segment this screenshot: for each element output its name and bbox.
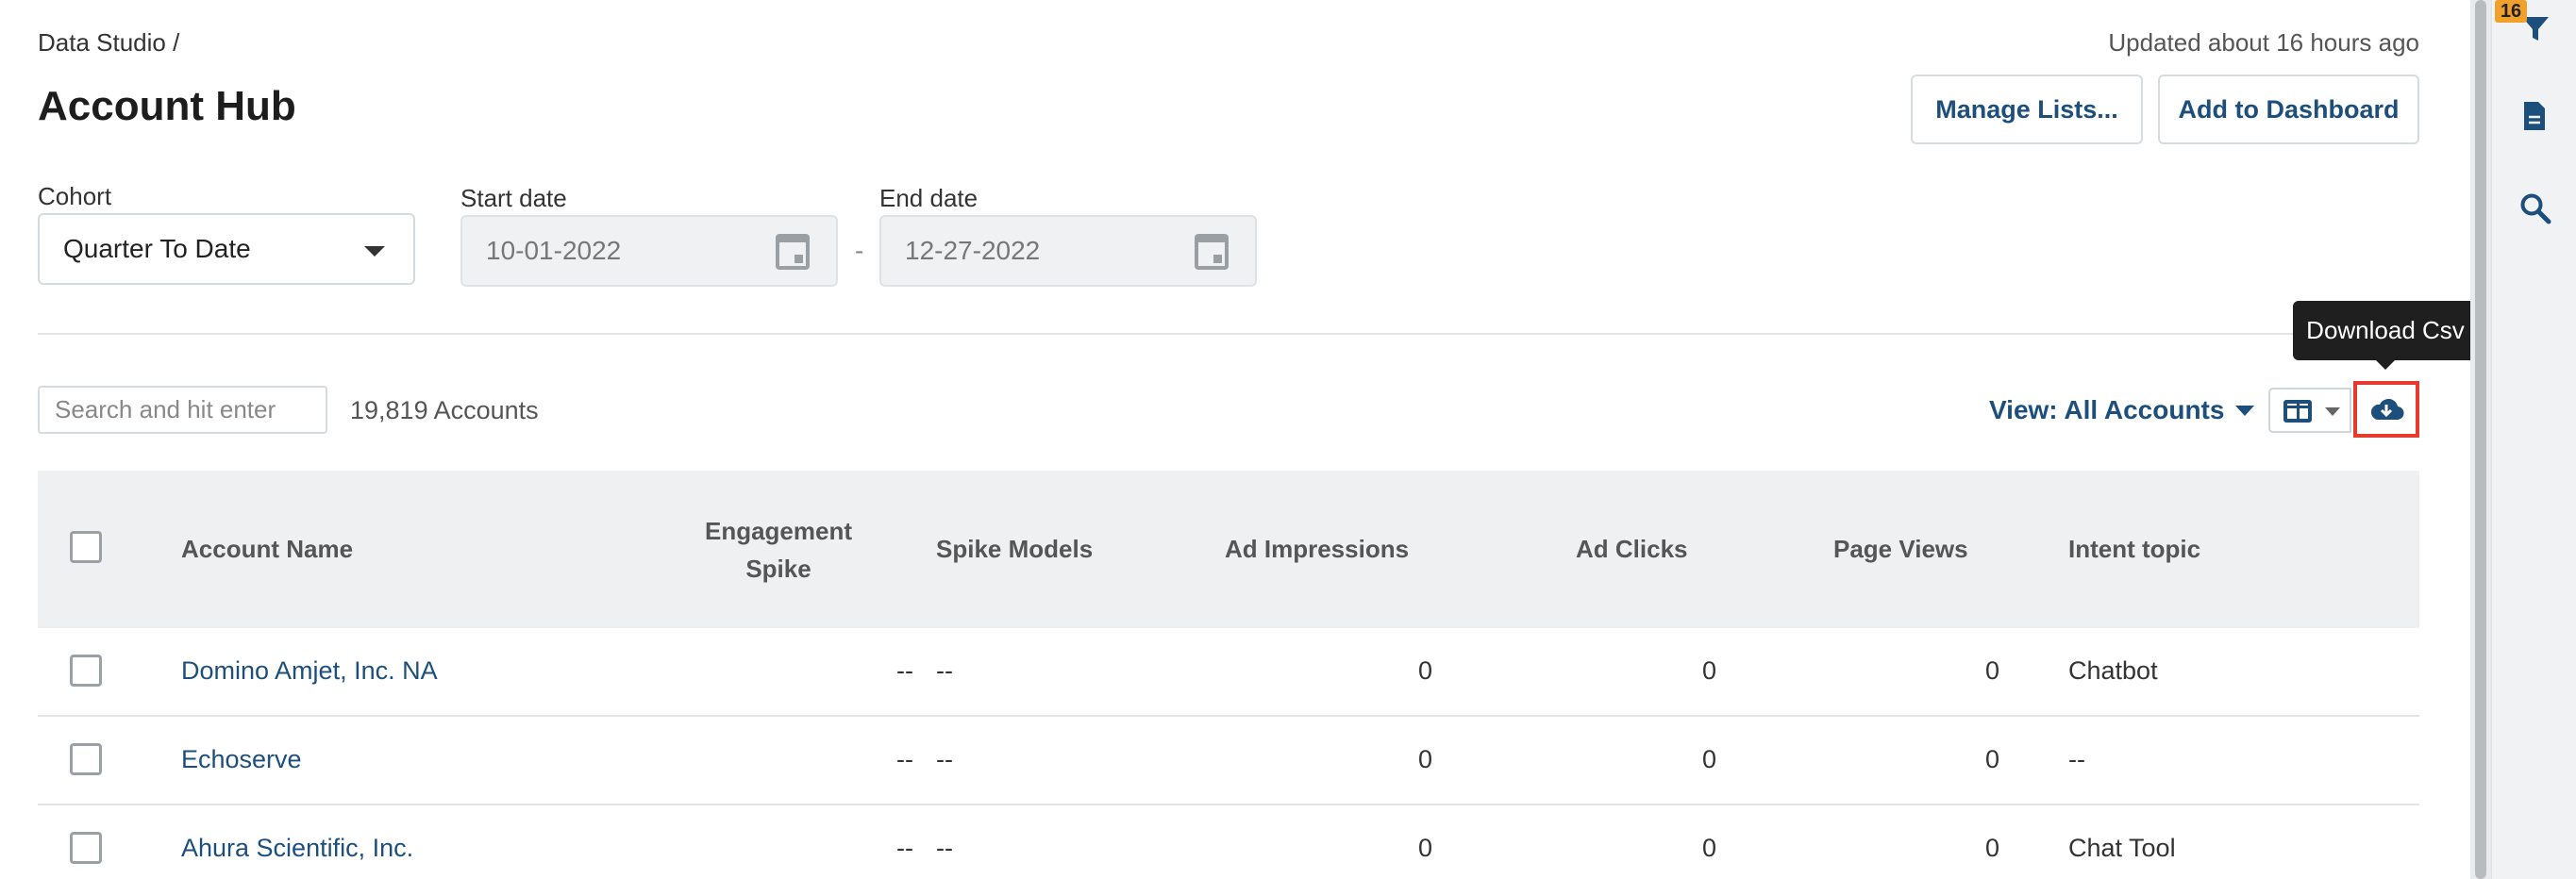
main-content: Data Studio / Updated about 16 hours ago… [0, 0, 2470, 879]
updated-timestamp: Updated about 16 hours ago [2108, 28, 2419, 57]
scrollbar-thumb[interactable] [2475, 0, 2486, 879]
filter-count-badge: 16 [2495, 0, 2527, 23]
column-header-engagement-spike-line1: Engagement [704, 517, 853, 545]
column-header-engagement-spike-line2: Spike [745, 555, 811, 583]
column-header-ad-impressions[interactable]: Ad Impressions [1225, 530, 1409, 568]
right-rail [2491, 0, 2576, 879]
document-icon[interactable] [2522, 100, 2547, 132]
calendar-icon[interactable] [1195, 234, 1229, 270]
account-count: 19,819 Accounts [350, 396, 539, 424]
date-range-separator: - [855, 236, 864, 265]
column-header-account-name[interactable]: Account Name [181, 530, 353, 568]
table-header: Account Name Engagement Spike Spike Mode… [38, 471, 2419, 628]
row-checkbox[interactable] [70, 832, 102, 864]
row-checkbox[interactable] [70, 743, 102, 775]
table-row: Echoserve -- -- 0 0 0 -- [38, 717, 2419, 805]
page-views-cell: 0 [1984, 834, 1999, 862]
page-views-cell: 0 [1984, 745, 1999, 773]
cohort-select[interactable]: Quarter To Date [38, 213, 415, 285]
ad-clicks-cell: 0 [1701, 656, 1716, 685]
search-input[interactable] [38, 386, 327, 434]
breadcrumb[interactable]: Data Studio / [38, 28, 179, 58]
row-checkbox[interactable] [70, 655, 102, 687]
ad-clicks-cell: 0 [1701, 745, 1716, 773]
cloud-download-icon [2370, 398, 2404, 421]
spike-models-cell: -- [936, 656, 953, 685]
page-title: Account Hub [38, 83, 296, 129]
cohort-value: Quarter To Date [63, 234, 251, 263]
view-dropdown[interactable]: View: All Accounts [1989, 395, 2255, 425]
spike-models-cell: -- [936, 745, 953, 773]
ad-impressions-cell: 0 [1417, 745, 1432, 773]
add-to-dashboard-button[interactable]: Add to Dashboard [2158, 75, 2419, 144]
chevron-down-icon [2235, 405, 2255, 416]
engagement-spike-cell: -- [896, 745, 913, 773]
end-date-value: 12-27-2022 [905, 236, 1041, 265]
download-csv-tooltip: Download Csv [2293, 301, 2470, 370]
cohort-label: Cohort [38, 182, 112, 210]
columns-icon [2283, 400, 2312, 423]
end-date-label: End date [879, 184, 979, 212]
table-row: Domino Amjet, Inc. NA -- -- 0 0 0 Chatbo… [38, 628, 2419, 717]
select-all-checkbox[interactable] [70, 531, 102, 563]
engagement-spike-cell: -- [896, 834, 913, 862]
column-header-page-views[interactable]: Page Views [1833, 530, 1968, 568]
start-date-value: 10-01-2022 [486, 236, 622, 265]
search-icon[interactable] [2519, 192, 2551, 224]
end-date-input[interactable]: 12-27-2022 [879, 215, 1257, 287]
manage-lists-button[interactable]: Manage Lists... [1911, 75, 2143, 144]
divider [38, 333, 2419, 335]
intent-topic-cell: Chat Tool [2068, 834, 2176, 862]
engagement-spike-cell: -- [896, 656, 913, 685]
ad-impressions-cell: 0 [1417, 656, 1432, 685]
intent-topic-cell: -- [2068, 745, 2085, 773]
column-chooser-button[interactable] [2268, 388, 2351, 433]
account-name-link[interactable]: Echoserve [181, 745, 302, 774]
vertical-scrollbar[interactable] [2470, 0, 2491, 879]
column-header-ad-clicks[interactable]: Ad Clicks [1576, 530, 1688, 568]
chevron-down-icon [364, 246, 385, 257]
start-date-input[interactable]: 10-01-2022 [460, 215, 838, 287]
table-row: Ahura Scientific, Inc. -- -- 0 0 0 Chat … [38, 805, 2419, 879]
start-date-label: Start date [460, 184, 567, 212]
intent-topic-cell: Chatbot [2068, 656, 2158, 685]
chevron-down-icon [2325, 407, 2340, 416]
spike-models-cell: -- [936, 834, 953, 862]
calendar-icon[interactable] [776, 234, 810, 270]
column-header-spike-models[interactable]: Spike Models [936, 530, 1093, 568]
page-views-cell: 0 [1984, 656, 1999, 685]
column-header-intent-topic[interactable]: Intent topic [2068, 530, 2200, 568]
account-name-link[interactable]: Domino Amjet, Inc. NA [181, 656, 438, 686]
download-csv-button[interactable] [2353, 381, 2419, 438]
view-label: View: All Accounts [1989, 395, 2225, 424]
column-header-engagement-spike[interactable]: Engagement Spike [642, 512, 915, 588]
account-name-link[interactable]: Ahura Scientific, Inc. [181, 834, 413, 863]
ad-clicks-cell: 0 [1701, 834, 1716, 862]
ad-impressions-cell: 0 [1417, 834, 1432, 862]
